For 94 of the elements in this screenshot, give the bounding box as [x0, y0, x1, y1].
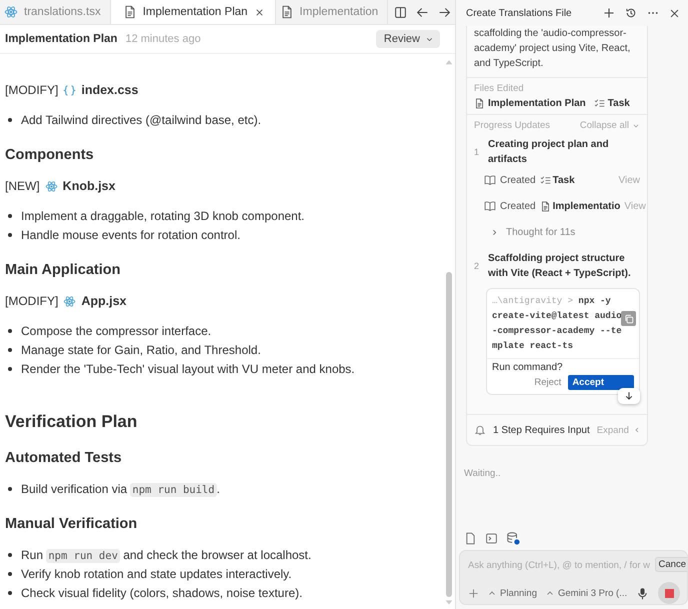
- book-icon: [484, 200, 496, 212]
- bullet-dot: [8, 328, 12, 332]
- subsection-heading: Automated Tests: [5, 450, 123, 466]
- close-icon[interactable]: [669, 8, 680, 18]
- editor-tab[interactable]: Implementation: [276, 0, 388, 24]
- file-icon[interactable]: [464, 532, 477, 544]
- subsection-heading: Main Application: [5, 262, 122, 278]
- checklist-icon: [540, 174, 551, 186]
- step-title: Scaffolding project structure with Vite (React + TypeScript).: [488, 252, 632, 281]
- action-label: Created: [500, 174, 536, 186]
- braces-icon: [63, 84, 76, 96]
- bullet-text: Manage state for Gain, Ratio, and Threshold.: [21, 342, 261, 356]
- checklist-icon: [594, 98, 605, 109]
- document-title: Implementation Plan: [5, 33, 118, 45]
- bullet-dot: [8, 366, 12, 370]
- change-tag: [MODIFY]: [5, 294, 58, 308]
- editor-tab[interactable]: Implementation Plan: [110, 0, 276, 24]
- thought-toggle[interactable]: Thought for 11s: [474, 219, 582, 245]
- file-link[interactable]: Knob.jsx: [62, 179, 116, 193]
- panel-title: Create Translations File: [466, 8, 572, 18]
- file-chip[interactable]: Task: [594, 98, 630, 109]
- bullet-dot: [8, 552, 12, 556]
- step-title: Creating project plan and artifacts: [488, 138, 610, 167]
- atom-icon: [63, 294, 76, 308]
- stop-button[interactable]: [658, 582, 680, 604]
- back-arrow-icon[interactable]: [416, 6, 430, 18]
- terminal-icon[interactable]: [485, 532, 498, 544]
- section-heading: Verification Plan: [5, 412, 138, 432]
- copy-icon: [624, 314, 634, 324]
- mode-dropdown[interactable]: Planning: [488, 588, 537, 598]
- bullet-text: Build verification via npm run build .: [21, 482, 220, 496]
- bullet-text: Check visual fidelity (colors, shadows, noise texture).: [21, 586, 302, 600]
- subsection-heading: Components: [5, 147, 95, 163]
- bullet-dot: [8, 348, 12, 352]
- split-editor-icon[interactable]: [394, 6, 408, 18]
- step-number: 1: [474, 147, 480, 157]
- caret-up-icon: [488, 589, 496, 597]
- history-icon[interactable]: [625, 7, 637, 19]
- bell-icon: [474, 424, 486, 436]
- microphone-icon[interactable]: [636, 586, 650, 600]
- bullet-text: Compose the compressor interface.: [21, 324, 212, 338]
- summary-text: scaffolding the 'audio-compressor-academy' project using Vite, React, and TypeScript.: [467, 26, 647, 78]
- bullet-dot: [8, 118, 12, 122]
- change-tag: [NEW]: [5, 179, 40, 193]
- model-dropdown[interactable]: Gemini 3 Pro (...: [546, 588, 628, 598]
- atom-icon: [4, 5, 18, 19]
- change-tag: [MODIFY]: [5, 83, 58, 97]
- artifact-link[interactable]: Implementatio: [540, 200, 620, 212]
- arrow-down-icon: [624, 391, 634, 401]
- section-label: Files Edited: [474, 83, 525, 94]
- bullet-text: Handle mouse events for rotation control.: [21, 228, 240, 242]
- section-label: Progress Updates: [474, 120, 550, 131]
- accept-button[interactable]: Accept: [568, 375, 634, 390]
- caret-up-icon: [546, 589, 554, 597]
- action-label: Created: [500, 200, 536, 212]
- bullet-text: Add Tailwind directives (@tailwind base, etc).: [21, 112, 262, 126]
- reject-button[interactable]: Reject: [531, 375, 564, 390]
- bullet-text: Implement a draggable, rotating 3D knob component.: [21, 208, 305, 222]
- copy-button[interactable]: [621, 311, 636, 326]
- bullet-dot: [8, 214, 12, 218]
- book-icon: [484, 174, 496, 186]
- document-icon: [280, 5, 294, 19]
- chevron-left-icon: [632, 426, 641, 434]
- artifact-link[interactable]: Task: [540, 174, 575, 186]
- document-icon: [474, 98, 485, 109]
- tooltip: Cance: [654, 557, 687, 572]
- review-dropdown[interactable]: Review: [376, 30, 440, 48]
- document-icon: [540, 200, 551, 212]
- bullet-text: Run npm run dev and check the browser at localhost.: [21, 548, 312, 562]
- bullet-dot: [8, 590, 12, 594]
- scroll-down-button[interactable]: [618, 388, 640, 404]
- status-text: Waiting..: [463, 467, 502, 479]
- bullet-dot: [8, 572, 12, 576]
- plus-icon[interactable]: [603, 7, 615, 19]
- file-chip[interactable]: Implementation Plan: [474, 98, 586, 109]
- timestamp: 12 minutes ago: [125, 33, 201, 45]
- atom-icon: [44, 180, 58, 192]
- bullet-text: Verify knob rotation and state updates interactively.: [21, 566, 292, 580]
- file-link[interactable]: index.css: [81, 83, 138, 97]
- bullet-text: Render the 'Tube-Tech' visual layout with VU meter and knobs.: [21, 362, 355, 376]
- file-link[interactable]: App.jsx: [81, 294, 126, 308]
- pending-input-text: 1 Step Requires Input: [493, 424, 590, 436]
- run-command-prompt: Run command?: [492, 362, 564, 373]
- step-number: 2: [474, 261, 480, 271]
- document-icon: [122, 5, 137, 19]
- scrollbar-thumb[interactable]: [446, 272, 452, 597]
- chat-input[interactable]: Ask anything (Ctrl+L), @ to mention, / for w Cance Planning Gemini 3 Pro (...: [459, 550, 688, 605]
- database-icon[interactable]: [506, 531, 520, 545]
- subsection-heading: Manual Verification: [5, 516, 138, 532]
- forward-arrow-icon[interactable]: [438, 6, 452, 18]
- bullet-dot: [8, 486, 12, 490]
- close-icon[interactable]: [254, 6, 265, 18]
- command-line: …\antigravity > npx -y create-vite@latest audio-compressor-academy --template react-ts: [492, 295, 622, 353]
- bullet-dot: [8, 232, 12, 236]
